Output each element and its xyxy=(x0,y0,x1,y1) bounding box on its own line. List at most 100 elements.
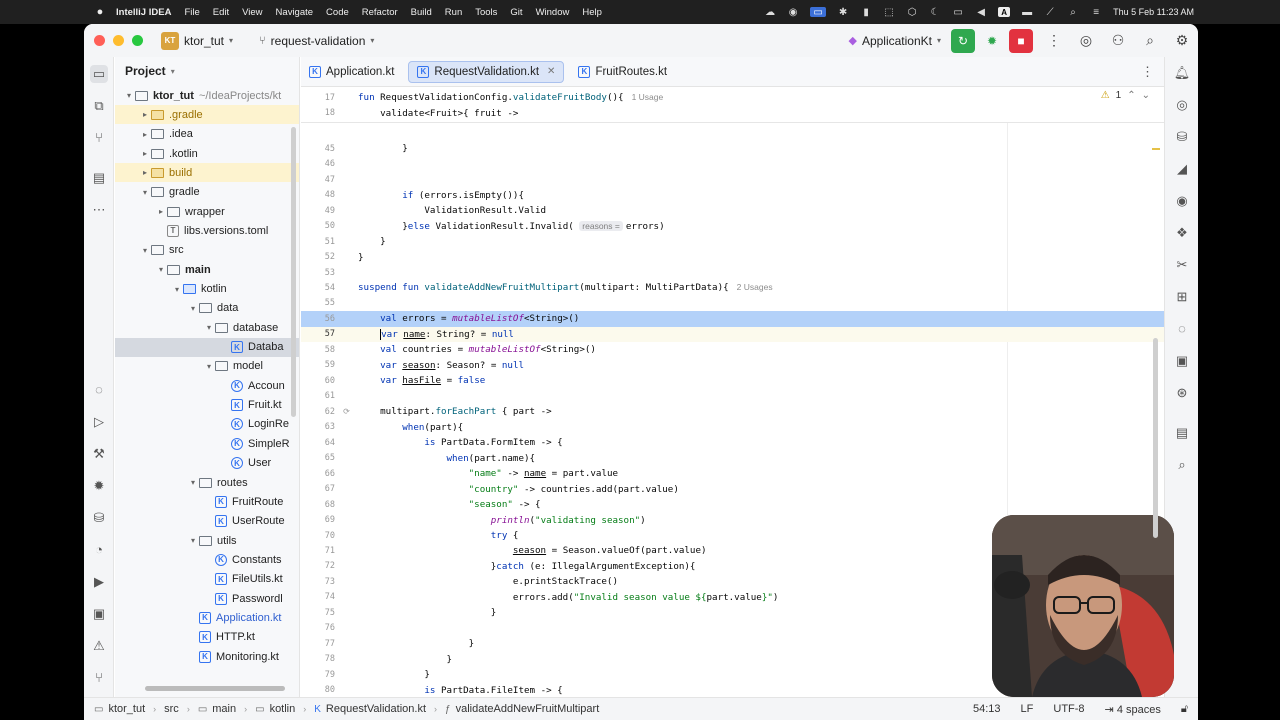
tree-item[interactable]: Tlibs.versions.toml xyxy=(115,221,299,240)
branch-selector[interactable]: request-validation xyxy=(271,34,366,48)
sticky-lines[interactable]: 17 fun RequestValidationConfig.validateFr… xyxy=(301,88,1164,123)
problems-tool-icon[interactable]: ⚠ xyxy=(90,637,108,655)
chevron-down-icon[interactable]: ▾ xyxy=(187,304,199,313)
chevron-down-icon[interactable]: ▾ xyxy=(203,362,215,371)
volume-icon[interactable]: ◀ xyxy=(975,7,987,18)
tree-item[interactable]: K HTTP.kt xyxy=(115,628,299,647)
git-tool-icon[interactable]: ⑂ xyxy=(90,129,108,147)
indent-setting[interactable]: ⇥ 4 spaces xyxy=(1105,703,1161,716)
tree-item[interactable]: ▸ .idea xyxy=(115,125,299,144)
line-number[interactable]: 47 xyxy=(301,175,335,185)
line-number[interactable]: 17 xyxy=(301,93,335,103)
line-number[interactable]: 73 xyxy=(301,577,335,587)
apple-icon[interactable]: ● xyxy=(94,6,106,18)
tree-item[interactable]: K FruitRoute xyxy=(115,492,299,511)
chevron-down-icon[interactable]: ▾ xyxy=(139,188,151,197)
tree-item[interactable]: ▸ .gradle xyxy=(115,105,299,125)
menu-app-name[interactable]: IntelliJ IDEA xyxy=(116,7,171,18)
warning-marker[interactable] xyxy=(1152,148,1160,150)
code-line[interactable]: 68 "season" -> { xyxy=(301,497,1164,513)
chevron-right-icon[interactable]: ▸ xyxy=(139,130,151,139)
close-window-button[interactable] xyxy=(94,35,105,46)
code-line[interactable]: 60 var hasFile = false xyxy=(301,373,1164,389)
run-tool-icon[interactable]: ▷ xyxy=(90,413,108,431)
line-number[interactable]: 68 xyxy=(301,500,335,510)
bluetooth-icon[interactable]: ✱ xyxy=(837,7,849,18)
menu-edit[interactable]: Edit xyxy=(213,7,229,18)
line-number[interactable]: 54 xyxy=(301,283,335,293)
code-line[interactable]: 57 var name: String? = null xyxy=(301,326,1164,343)
code-line[interactable]: 64 is PartData.FormItem -> { xyxy=(301,435,1164,451)
display-icon[interactable]: ▭ xyxy=(952,7,964,18)
code-line[interactable]: 62 ⟳ multipart.forEachPart { part -> xyxy=(301,404,1164,420)
code-line[interactable]: 51 } xyxy=(301,234,1164,250)
code-line[interactable]: 53 xyxy=(301,265,1164,281)
control-center-icon[interactable]: ≡ xyxy=(1090,7,1102,18)
line-number[interactable]: 53 xyxy=(301,268,335,278)
tree-item[interactable]: K Application.kt xyxy=(115,608,299,627)
record-icon[interactable]: ◉ xyxy=(787,7,799,18)
line-number[interactable]: 71 xyxy=(301,546,335,556)
tree-item[interactable]: K Passwordl xyxy=(115,589,299,608)
profiler-tool-icon[interactable]: ◔ xyxy=(90,541,108,559)
code-line[interactable]: 59 var season: Season? = null xyxy=(301,358,1164,374)
tree-item[interactable]: ▾ utils xyxy=(115,531,299,550)
line-number[interactable]: 64 xyxy=(301,438,335,448)
caret-position[interactable]: 54:13 xyxy=(973,703,1001,715)
menu-git[interactable]: Git xyxy=(510,7,522,18)
chevron-right-icon[interactable]: ▸ xyxy=(139,110,151,119)
rerun-button[interactable]: ↻ xyxy=(951,28,975,53)
notifications-icon[interactable]: 🔔︎ xyxy=(1173,65,1191,81)
tree-item[interactable]: ▾ model xyxy=(115,357,299,376)
services-tool-icon[interactable]: ◌ xyxy=(90,381,108,399)
line-number[interactable]: 75 xyxy=(301,608,335,618)
tree-item[interactable]: K Databa xyxy=(115,337,299,357)
device-icon[interactable]: ▣ xyxy=(1173,353,1191,369)
tree-item[interactable]: ▾ routes xyxy=(115,473,299,492)
minimize-window-button[interactable] xyxy=(113,35,124,46)
search-icon[interactable]: ⌕ xyxy=(1067,7,1079,18)
line-number[interactable]: 74 xyxy=(301,592,335,602)
tree-item[interactable]: ▾ ktor_tut ~/IdeaProjects/kt xyxy=(115,86,299,105)
breadcrumb-file[interactable]: RequestValidation.kt xyxy=(326,703,426,715)
wifi-off-icon[interactable]: ⟋ xyxy=(1044,7,1056,18)
version-control-tool-icon[interactable]: ⑂ xyxy=(90,669,108,687)
tree-item[interactable]: K UserRoute xyxy=(115,512,299,531)
terminal-tool-icon[interactable]: ▣ xyxy=(90,605,108,623)
menu-window[interactable]: Window xyxy=(536,7,570,18)
menu-tools[interactable]: Tools xyxy=(475,7,497,18)
debug-tool-icon[interactable]: ✹ xyxy=(90,477,108,495)
breadcrumb-kotlin[interactable]: kotlin xyxy=(270,703,296,715)
structure-tool-icon[interactable]: ⧉ xyxy=(90,97,108,115)
chevron-down-icon[interactable]: ▾ xyxy=(187,478,199,487)
tree-item[interactable]: ▾ gradle xyxy=(115,183,299,202)
menu-build[interactable]: Build xyxy=(411,7,432,18)
line-number[interactable]: 72 xyxy=(301,561,335,571)
code-line[interactable]: 52} xyxy=(301,249,1164,265)
code-line[interactable]: 66 "name" -> name = part.value xyxy=(301,466,1164,482)
tree-item[interactable]: K Accoun xyxy=(115,376,299,395)
project-scrollbar-vertical[interactable] xyxy=(291,127,296,417)
project-badge[interactable]: KT xyxy=(161,31,179,50)
line-number[interactable]: 18 xyxy=(301,108,335,118)
menu-view[interactable]: View xyxy=(242,7,262,18)
chevron-down-icon[interactable]: ▾ xyxy=(171,285,183,294)
breadcrumb-function[interactable]: validateAddNewFruitMultipart xyxy=(456,703,600,715)
tree-item[interactable]: K User xyxy=(115,454,299,473)
line-number[interactable]: 63 xyxy=(301,422,335,432)
chevron-down-icon[interactable]: ▾ xyxy=(123,91,135,100)
clipboard-icon[interactable]: ▤ xyxy=(1173,425,1191,441)
code-line[interactable]: 48 if (errors.isEmpty()){ xyxy=(301,187,1164,203)
tab-application-kt[interactable]: K Application.kt xyxy=(301,61,402,83)
settings-icon[interactable]: ⚙ xyxy=(1166,32,1198,49)
tree-item[interactable]: K Constants xyxy=(115,550,299,569)
chevron-right-icon[interactable]: ▸ xyxy=(139,149,151,158)
line-number[interactable]: 67 xyxy=(301,484,335,494)
chevron-down-icon[interactable]: ▾ xyxy=(203,323,215,332)
code-line[interactable]: 63 when(part){ xyxy=(301,419,1164,435)
shield-icon[interactable]: ⬡ xyxy=(906,7,918,18)
zoom-window-button[interactable] xyxy=(132,35,143,46)
endpoints-tool-icon[interactable]: ⛁ xyxy=(90,509,108,527)
run-config-selector[interactable]: ◆ ApplicationKt ▾ xyxy=(848,34,941,48)
tree-item[interactable]: ▸ .kotlin xyxy=(115,144,299,163)
